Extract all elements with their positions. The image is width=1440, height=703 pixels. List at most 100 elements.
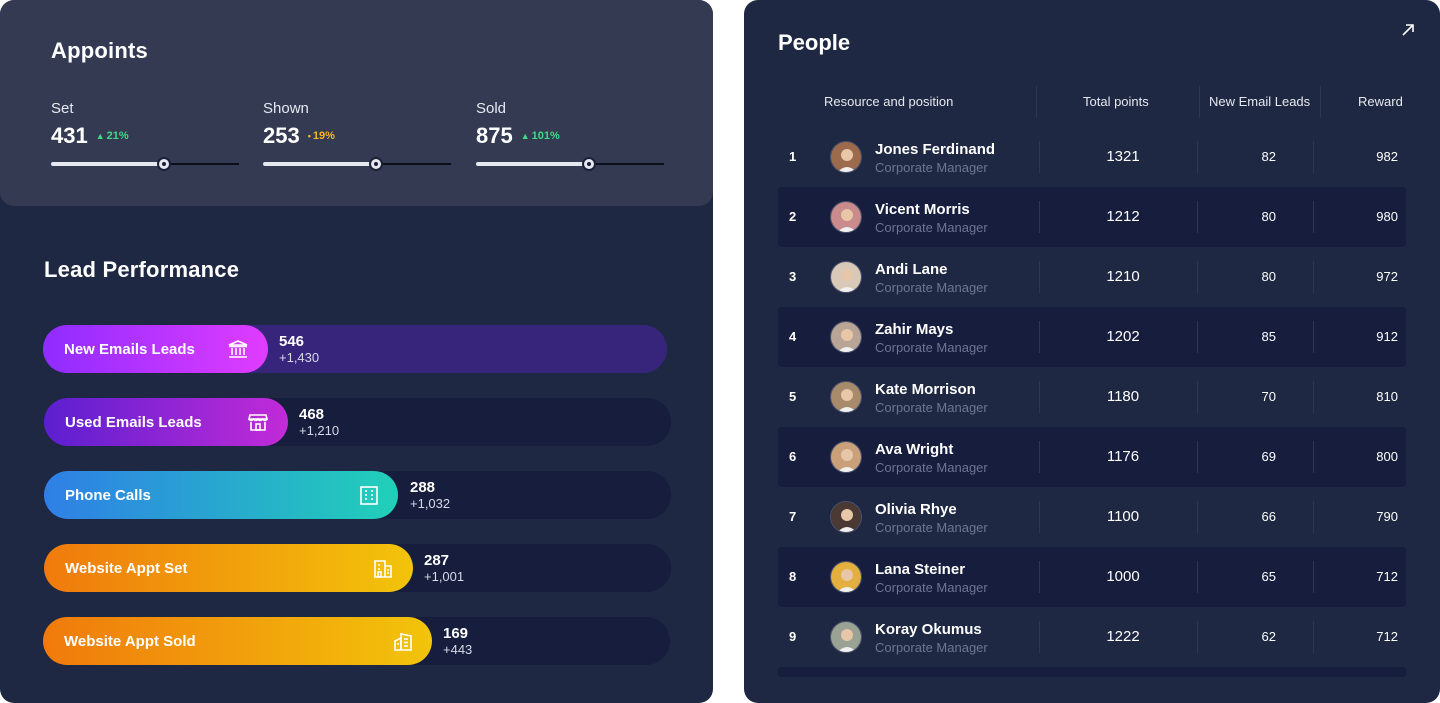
person-name: Koray Okumus <box>875 621 982 638</box>
lead-pill[interactable]: New Emails Leads <box>43 325 268 373</box>
people-panel: People Resource and position Total point… <box>744 0 1440 703</box>
stat-change: ▲ 21% <box>96 130 129 142</box>
cell-divider <box>1313 321 1314 353</box>
reward: 982 <box>1376 149 1398 164</box>
total-points: 1321 <box>1106 148 1140 165</box>
header-divider <box>1199 86 1200 118</box>
stat-value: 253 <box>263 123 300 148</box>
cell-divider <box>1039 561 1040 593</box>
set-slider[interactable] <box>51 157 239 171</box>
buildings-icon <box>394 633 412 651</box>
stat-change: ▲ 101% <box>521 130 560 142</box>
shown-slider[interactable] <box>263 157 451 171</box>
cell-divider <box>1039 141 1040 173</box>
stat-value: 431 <box>51 123 88 148</box>
person-avatar-icon <box>831 322 861 352</box>
slider-thumb[interactable] <box>581 157 596 171</box>
left-panel: Appoints Set 431 ▲ 21% Shown 253 • 19% S… <box>0 0 713 703</box>
lead-label: Phone Calls <box>65 486 151 504</box>
bank-icon <box>228 340 248 358</box>
slider-thumb[interactable] <box>156 157 171 171</box>
lead-label: Website Appt Sold <box>64 632 196 650</box>
person-avatar-icon <box>831 622 861 652</box>
column-header-new-email-leads[interactable]: New Email Leads <box>1209 94 1310 109</box>
avatar <box>830 141 862 173</box>
stat-change-value: 19% <box>312 130 335 142</box>
person-position: Corporate Manager <box>875 640 988 655</box>
person-name: Andi Lane <box>875 261 948 278</box>
lead-bar-phone-calls[interactable]: Phone Calls 288 +1,032 <box>44 471 671 519</box>
expand-arrow-icon[interactable] <box>1400 22 1416 38</box>
slider-thumb[interactable] <box>368 157 383 171</box>
reward: 712 <box>1376 569 1398 584</box>
cell-divider <box>1313 381 1314 413</box>
total-points: 1100 <box>1106 508 1140 525</box>
stat-label: Set <box>51 100 74 117</box>
reward: 972 <box>1376 269 1398 284</box>
total-points: 1210 <box>1106 268 1140 285</box>
person-avatar-icon <box>831 382 861 412</box>
cell-divider <box>1313 141 1314 173</box>
sold-slider[interactable] <box>476 157 664 171</box>
total-points: 1000 <box>1106 568 1140 585</box>
lead-bar-used-emails[interactable]: Used Emails Leads 468 +1,210 <box>44 398 671 446</box>
person-name: Kate Morrison <box>875 381 976 398</box>
avatar <box>830 261 862 293</box>
stat-change: • 19% <box>308 130 335 142</box>
table-row[interactable]: 2 Vicent Morris Corporate Manager 1212 8… <box>778 187 1406 247</box>
table-row[interactable]: 3 Andi Lane Corporate Manager 1210 80 97… <box>778 247 1406 307</box>
slider-fill <box>476 162 589 166</box>
column-header-resource[interactable]: Resource and position <box>824 94 953 109</box>
lead-numbers: 468 +1,210 <box>299 406 339 439</box>
new-email-leads: 82 <box>1261 149 1276 164</box>
new-email-leads: 80 <box>1261 269 1276 284</box>
triangle-up-icon: ▲ <box>95 131 105 141</box>
person-name: Olivia Rhye <box>875 501 957 518</box>
table-row[interactable]: 8 Lana Steiner Corporate Manager 1000 65… <box>778 547 1406 607</box>
row-rank: 5 <box>789 389 797 404</box>
row-rank: 4 <box>789 329 797 344</box>
cell-divider <box>1197 261 1198 293</box>
table-row[interactable]: 9 Koray Okumus Corporate Manager 1222 62… <box>778 607 1406 667</box>
new-email-leads: 65 <box>1261 569 1276 584</box>
column-header-total-points[interactable]: Total points <box>1083 94 1149 109</box>
person-position: Corporate Manager <box>875 280 988 295</box>
person-name: Lana Steiner <box>875 561 966 578</box>
total-points: 1222 <box>1106 628 1140 645</box>
table-row[interactable]: 7 Olivia Rhye Corporate Manager 1100 66 … <box>778 487 1406 547</box>
new-email-leads: 70 <box>1261 389 1276 404</box>
table-row[interactable]: 5 Kate Morrison Corporate Manager 1180 7… <box>778 367 1406 427</box>
row-rank: 3 <box>789 269 797 284</box>
lead-bar-website-appt-sold[interactable]: Website Appt Sold 169 +443 <box>43 617 670 665</box>
new-email-leads: 80 <box>1261 209 1276 224</box>
column-header-reward[interactable]: Reward <box>1358 94 1403 109</box>
lead-pill[interactable]: Used Emails Leads <box>44 398 288 446</box>
lead-numbers: 546 +1,430 <box>279 333 319 366</box>
person-position: Corporate Manager <box>875 220 988 235</box>
lead-value: 169 <box>443 625 469 642</box>
avatar <box>830 381 862 413</box>
reward: 712 <box>1376 629 1398 644</box>
table-row[interactable]: 1 Jones Ferdinand Corporate Manager 1321… <box>778 127 1406 187</box>
row-rank: 9 <box>789 629 797 644</box>
lead-bar-website-appt-set[interactable]: Website Appt Set 287 +1,001 <box>44 544 671 592</box>
lead-pill[interactable]: Phone Calls <box>44 471 398 519</box>
cell-divider <box>1197 501 1198 533</box>
row-rank: 1 <box>789 149 797 164</box>
person-avatar-icon <box>831 502 861 532</box>
cell-divider <box>1039 621 1040 653</box>
table-row[interactable]: 4 Zahir Mays Corporate Manager 1202 85 9… <box>778 307 1406 367</box>
stat-sold: Sold 875 ▲ 101% <box>476 100 666 171</box>
dot-icon: • <box>307 131 311 141</box>
lead-pill[interactable]: Website Appt Set <box>44 544 413 592</box>
person-position: Corporate Manager <box>875 160 988 175</box>
lead-value: 546 <box>279 333 305 350</box>
total-points: 1176 <box>1106 448 1140 465</box>
lead-bar-new-emails[interactable]: New Emails Leads 546 +1,430 <box>43 325 667 373</box>
lead-delta: +443 <box>443 642 473 657</box>
cell-divider <box>1313 621 1314 653</box>
row-rank: 2 <box>789 209 797 224</box>
reward: 810 <box>1376 389 1398 404</box>
lead-pill[interactable]: Website Appt Sold <box>43 617 432 665</box>
table-row[interactable]: 6 Ava Wright Corporate Manager 1176 69 8… <box>778 427 1406 487</box>
